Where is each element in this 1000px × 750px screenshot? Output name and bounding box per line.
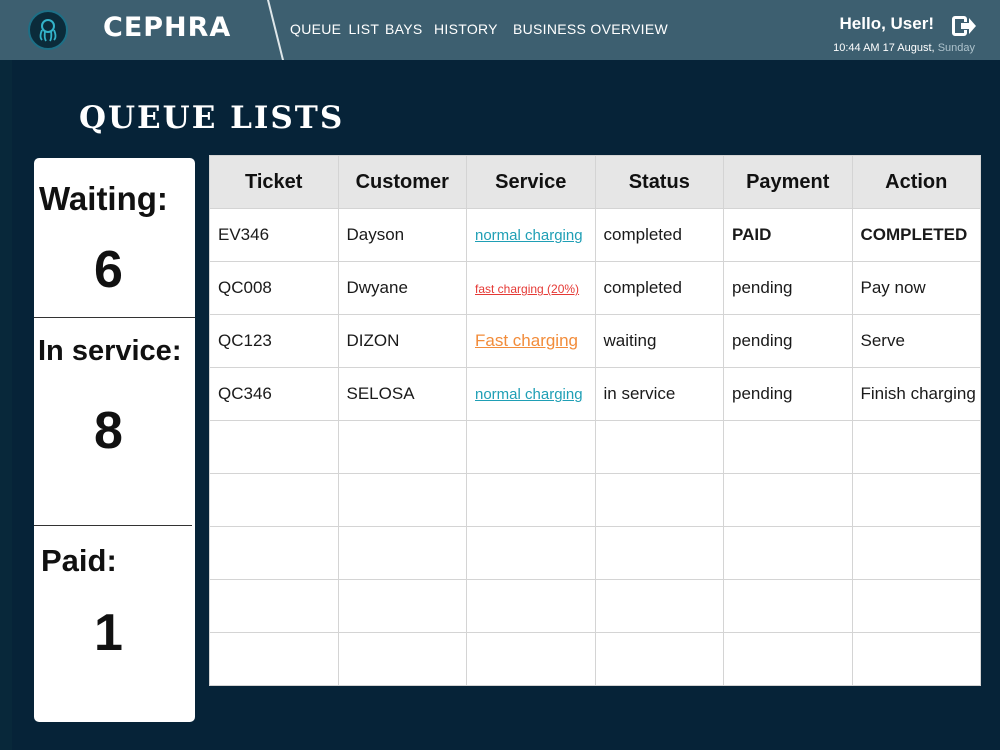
user-greeting: Hello, User! bbox=[839, 14, 934, 33]
service-link[interactable]: Fast charging bbox=[475, 331, 578, 350]
cephra-logo-icon[interactable] bbox=[28, 10, 68, 50]
empty-cell bbox=[337, 420, 467, 474]
empty-cell bbox=[209, 579, 339, 633]
waiting-label: Waiting: bbox=[39, 180, 168, 217]
empty-cell bbox=[723, 473, 853, 527]
service-link[interactable]: fast charging (20%) bbox=[475, 282, 579, 296]
empty-cell bbox=[209, 632, 339, 686]
queue-table: Ticket Customer Service Status Payment A… bbox=[209, 155, 981, 686]
service-cell: fast charging (20%) bbox=[466, 261, 596, 315]
header-divider bbox=[266, 0, 285, 62]
empty-cell bbox=[851, 526, 981, 580]
service-cell: normal charging bbox=[466, 367, 596, 421]
payment-cell: pending bbox=[723, 367, 853, 421]
date-time-value: 10:44 AM 17 August, bbox=[833, 42, 935, 54]
customer-cell: Dayson bbox=[337, 208, 467, 262]
ticket-cell: QC123 bbox=[209, 314, 339, 368]
service-link[interactable]: normal charging bbox=[475, 386, 583, 403]
empty-cell bbox=[337, 632, 467, 686]
paid-label: Paid: bbox=[41, 543, 117, 578]
empty-cell bbox=[723, 632, 853, 686]
ticket-cell: QC008 bbox=[209, 261, 339, 315]
customer-cell: SELOSA bbox=[337, 367, 467, 421]
empty-cell bbox=[594, 526, 724, 580]
empty-cell bbox=[594, 473, 724, 527]
nav-history[interactable]: HISTORY bbox=[434, 21, 498, 37]
empty-cell bbox=[209, 420, 339, 474]
empty-cell bbox=[337, 526, 467, 580]
stats-divider bbox=[34, 317, 195, 318]
empty-table-row bbox=[209, 473, 981, 527]
status-cell: in service bbox=[594, 367, 724, 421]
table-row: QC346 SELOSA normal charging in service … bbox=[209, 367, 981, 421]
paid-count: 1 bbox=[94, 604, 123, 662]
empty-cell bbox=[466, 420, 596, 474]
status-cell: completed bbox=[594, 261, 724, 315]
empty-cell bbox=[594, 420, 724, 474]
empty-table-row bbox=[209, 579, 981, 633]
empty-cell bbox=[851, 579, 981, 633]
day-name: Sunday bbox=[937, 42, 975, 54]
empty-cell bbox=[209, 473, 339, 527]
action-serve[interactable]: Serve bbox=[851, 314, 981, 368]
stats-divider bbox=[34, 525, 192, 526]
empty-cell bbox=[337, 579, 467, 633]
table-row: QC123 DIZON Fast charging waiting pendin… bbox=[209, 314, 981, 368]
empty-cell bbox=[466, 579, 596, 633]
empty-cell bbox=[851, 420, 981, 474]
top-navigation-bar: CEPHRA QUEUE LIST BAYS HISTORY BUSINESS … bbox=[0, 0, 1000, 62]
ticket-cell: QC346 bbox=[209, 367, 339, 421]
logout-icon[interactable] bbox=[952, 13, 976, 39]
status-cell: completed bbox=[594, 208, 724, 262]
service-link[interactable]: normal charging bbox=[475, 227, 583, 244]
service-cell: normal charging bbox=[466, 208, 596, 262]
empty-cell bbox=[723, 420, 853, 474]
table-row: EV346 Dayson normal charging completed P… bbox=[209, 208, 981, 262]
in-service-label: In service: bbox=[38, 335, 182, 367]
customer-cell: Dwyane bbox=[337, 261, 467, 315]
empty-cell bbox=[209, 526, 339, 580]
empty-table-row bbox=[209, 526, 981, 580]
action-pay-now[interactable]: Pay now bbox=[851, 261, 981, 315]
column-header-action: Action bbox=[851, 155, 981, 209]
ticket-cell: EV346 bbox=[209, 208, 339, 262]
brand-name: CEPHRA bbox=[103, 12, 232, 43]
empty-cell bbox=[466, 632, 596, 686]
table-row: QC008 Dwyane fast charging (20%) complet… bbox=[209, 261, 981, 315]
payment-cell: pending bbox=[723, 314, 853, 368]
column-header-service: Service bbox=[466, 155, 596, 209]
column-header-customer: Customer bbox=[337, 155, 467, 209]
empty-cell bbox=[851, 632, 981, 686]
date-time: 10:44 AM 17 August, Sunday bbox=[833, 42, 975, 54]
empty-cell bbox=[594, 632, 724, 686]
empty-cell bbox=[466, 473, 596, 527]
column-header-ticket: Ticket bbox=[209, 155, 339, 209]
status-cell: waiting bbox=[594, 314, 724, 368]
empty-cell bbox=[337, 473, 467, 527]
column-header-payment: Payment bbox=[723, 155, 853, 209]
nav-business-overview[interactable]: BUSINESS OVERVIEW bbox=[513, 21, 668, 37]
in-service-count: 8 bbox=[94, 402, 123, 460]
empty-cell bbox=[466, 526, 596, 580]
service-cell: Fast charging bbox=[466, 314, 596, 368]
empty-cell bbox=[594, 579, 724, 633]
table-header-row: Ticket Customer Service Status Payment A… bbox=[209, 155, 981, 209]
column-header-status: Status bbox=[594, 155, 724, 209]
empty-cell bbox=[723, 579, 853, 633]
action-cell: COMPLETED bbox=[851, 208, 981, 262]
page-title: QUEUE LISTS bbox=[79, 100, 345, 136]
customer-cell: DIZON bbox=[337, 314, 467, 368]
nav-bays[interactable]: BAYS bbox=[385, 21, 423, 37]
payment-cell: pending bbox=[723, 261, 853, 315]
empty-cell bbox=[851, 473, 981, 527]
empty-cell bbox=[723, 526, 853, 580]
nav-queue-list[interactable]: QUEUE LIST bbox=[290, 21, 379, 37]
queue-stats-panel: Waiting: 6 In service: 8 Paid: 1 bbox=[34, 158, 195, 722]
payment-cell: PAID bbox=[723, 208, 853, 262]
empty-table-row bbox=[209, 632, 981, 686]
action-finish-charging[interactable]: Finish charging bbox=[851, 367, 981, 421]
waiting-count: 6 bbox=[94, 241, 123, 299]
empty-table-row bbox=[209, 420, 981, 474]
